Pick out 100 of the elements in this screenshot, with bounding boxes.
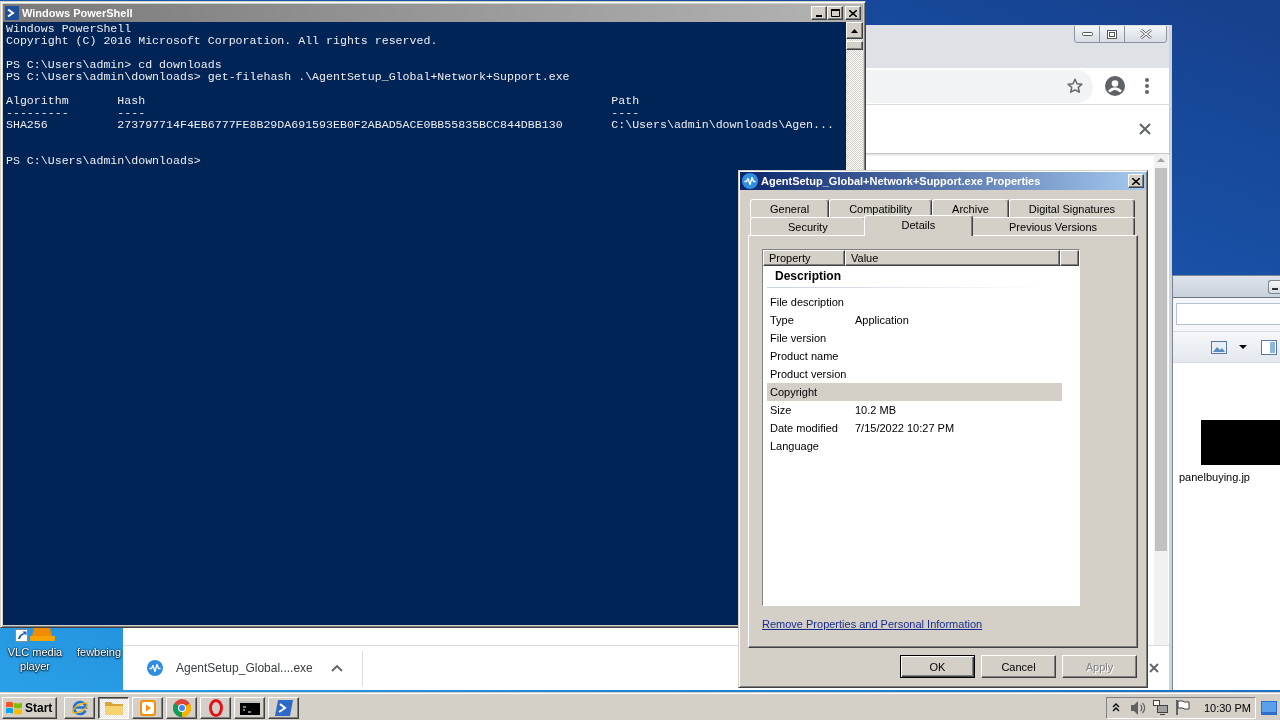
- letter-e-icon: [70, 698, 89, 717]
- table-cell-text: File version: [769, 331, 828, 346]
- column-header: Path: [611, 95, 640, 107]
- double-chevron-icon[interactable]: [1112, 703, 1120, 712]
- start-button[interactable]: Start: [2, 696, 57, 719]
- address-field[interactable]: [1176, 303, 1280, 325]
- image-thumbnail[interactable]: [1201, 420, 1280, 465]
- media-play-icon: [139, 699, 156, 716]
- column-header[interactable]: Property: [763, 250, 845, 266]
- console-line: PS C:\Users\admin\downloads>: [6, 155, 202, 167]
- table-row[interactable]: Date modified 7/15/2022 10:27 PM: [767, 419, 1062, 437]
- close-button[interactable]: [1128, 174, 1144, 188]
- column-header: Algorithm: [6, 95, 69, 107]
- table-cell-text: 7/15/2022 10:27 PM: [854, 421, 956, 436]
- table-row[interactable]: Copyright: [767, 383, 1062, 401]
- taskbar-button[interactable]: [98, 696, 129, 719]
- scrollbar-thumb[interactable]: [846, 41, 863, 50]
- table-cell-text: File description: [769, 295, 845, 310]
- segmented-circle-icon: [172, 698, 191, 717]
- scrollbar-thumb[interactable]: [1155, 168, 1167, 551]
- tab[interactable]: Compatibility: [829, 199, 933, 217]
- column-header[interactable]: Value: [845, 250, 1060, 266]
- table-row[interactable]: Type Application: [767, 311, 1062, 329]
- scroll-up-button[interactable]: [846, 22, 863, 39]
- terminal-prompt-icon: [274, 699, 293, 716]
- caret-icon[interactable]: [1239, 345, 1247, 349]
- table-row[interactable]: Product version: [767, 365, 1062, 383]
- table-cell-text: Language: [769, 439, 820, 454]
- tab[interactable]: Details: [863, 215, 974, 236]
- minimize-icon: [1271, 287, 1278, 290]
- close-icon: [1132, 177, 1140, 185]
- group-header: Description: [774, 268, 842, 285]
- minimize-icon: [1081, 32, 1093, 36]
- waveform-icon: [742, 173, 758, 189]
- flag-icon[interactable]: [1176, 700, 1190, 715]
- restore-button[interactable]: [1100, 26, 1125, 42]
- menu-icon[interactable]: [1145, 78, 1149, 94]
- table-cell-text: 10.2 MB: [854, 403, 897, 418]
- header-underline: ---------: [6, 107, 69, 119]
- minimize-button[interactable]: [1075, 26, 1100, 42]
- restore-icon: [1107, 29, 1117, 39]
- table-row[interactable]: Product name: [767, 347, 1062, 365]
- close-button[interactable]: [845, 6, 861, 20]
- network-icon[interactable]: [1153, 700, 1168, 715]
- file-name[interactable]: panelbuying.jp: [1179, 470, 1280, 484]
- waveform-icon: [147, 660, 163, 676]
- minimize-button[interactable]: [1268, 279, 1280, 294]
- minimize-icon: [816, 15, 822, 17]
- picture-icon[interactable]: [1211, 340, 1227, 354]
- console-window-icon: [239, 700, 260, 715]
- tab[interactable]: General: [750, 199, 830, 217]
- table-row[interactable]: File description: [767, 293, 1062, 311]
- preview-pane-icon[interactable]: [1261, 339, 1277, 355]
- tab[interactable]: Digital Signatures: [1008, 199, 1135, 217]
- table-cell-text: Product name: [769, 349, 840, 364]
- console-line: Copyright (C) 2016 Microsoft Corporation. All rights reserved.: [6, 35, 439, 47]
- header-underline: ----: [117, 107, 146, 119]
- remove-properties-link[interactable]: Remove Properties and Personal Information: [762, 616, 983, 632]
- tab[interactable]: Archive: [932, 199, 1009, 217]
- table-row[interactable]: Size 10.2 MB: [767, 401, 1062, 419]
- tab[interactable]: Previous Versions: [971, 217, 1135, 235]
- table-cell: C:\Users\admin\downloads\Agen...: [611, 119, 834, 131]
- folder-icon: [104, 700, 123, 715]
- close-icon[interactable]: [1139, 123, 1151, 135]
- table-cell-text: Copyright: [769, 385, 819, 400]
- ring-icon: [208, 698, 223, 717]
- traffic-cone-icon[interactable]: [15, 628, 55, 645]
- table-cell-text: Size: [769, 403, 793, 418]
- dialog-button[interactable]: Cancel: [981, 655, 1056, 678]
- show-desktop-icon[interactable]: [1261, 700, 1277, 715]
- clock[interactable]: 10:30 PM: [1203, 701, 1251, 714]
- maximize-button[interactable]: [827, 6, 843, 20]
- table-cell-text: Product version: [769, 367, 848, 382]
- table-cell-text: Application: [854, 313, 910, 328]
- table-cell: SHA256: [6, 119, 48, 131]
- dialog-title: AgentSetup_Global+Network+Support.exe Properties: [761, 175, 1041, 187]
- maximize-icon: [830, 9, 840, 17]
- profile-icon[interactable]: [1105, 76, 1125, 96]
- column-header: Hash: [117, 95, 146, 107]
- close-icon: [849, 9, 857, 17]
- download-item[interactable]: AgentSetup_Global....exe: [147, 660, 313, 676]
- console-line: Windows PowerShell: [6, 23, 133, 35]
- close-icon: [1139, 29, 1152, 39]
- table-cell: 273797714F4EB6777FE8B29DA691593EB0F2ABAD5ACE0BB55835BCC844DBB130: [117, 119, 563, 131]
- terminal-prompt-icon: [5, 6, 19, 20]
- window-title: Windows PowerShell: [22, 7, 133, 19]
- speaker-icon[interactable]: [1131, 700, 1146, 715]
- dialog-button[interactable]: OK: [900, 655, 975, 678]
- table-row[interactable]: Language: [767, 437, 1062, 455]
- table-row[interactable]: File version: [767, 329, 1062, 347]
- console-line: PS C:\Users\admin> cd downloads: [6, 59, 223, 71]
- header-underline: ----: [611, 107, 640, 119]
- table-cell-text: Type: [769, 313, 795, 328]
- close-icon[interactable]: [1149, 663, 1159, 673]
- star-icon[interactable]: [1067, 78, 1083, 94]
- start-logo-icon: [6, 700, 22, 715]
- caret-icon[interactable]: [330, 664, 343, 672]
- up-arrow-icon: [851, 28, 858, 33]
- table-cell-text: Date modified: [769, 421, 839, 436]
- tab[interactable]: Security: [750, 217, 866, 235]
